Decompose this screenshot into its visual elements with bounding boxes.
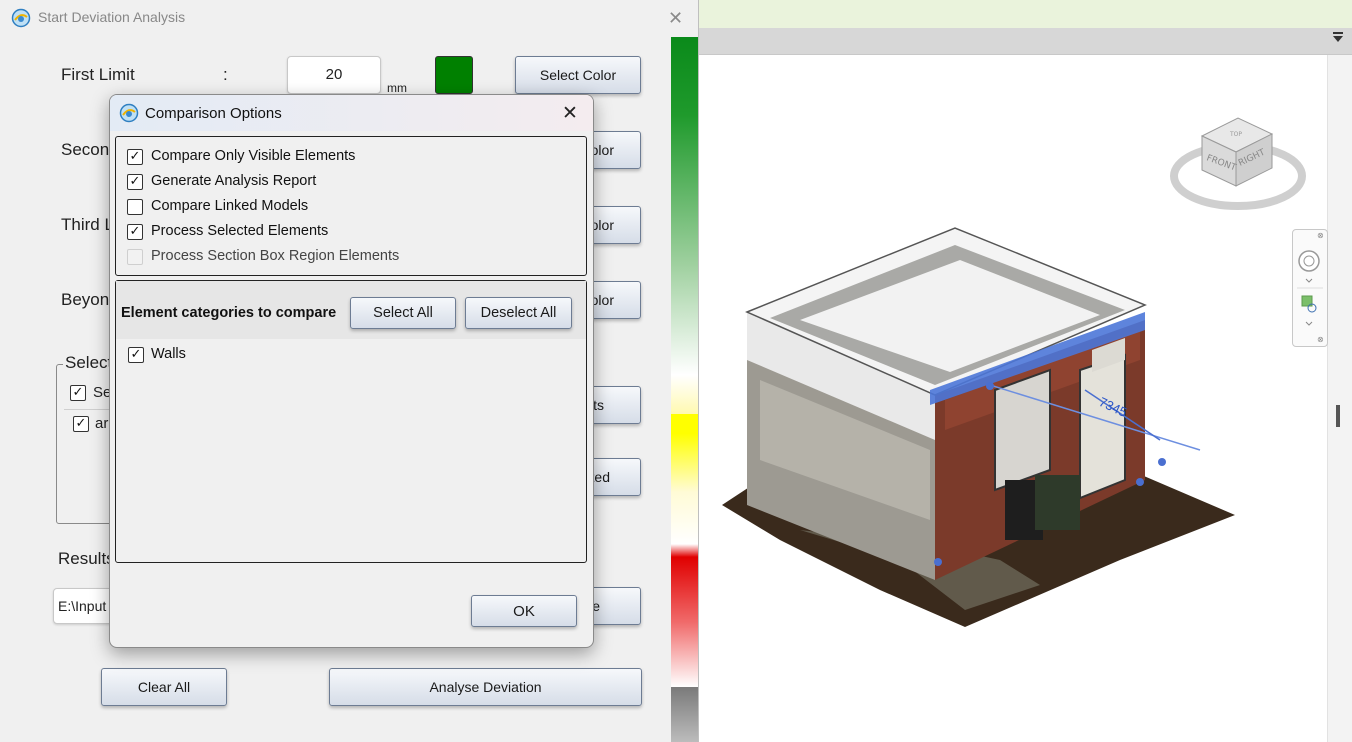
comparison-options-group: ✓ Compare Only Visible Elements ✓ Genera…: [115, 136, 587, 276]
element-categories-group: Element categories to compare Select All…: [115, 280, 587, 563]
first-select-color-button[interactable]: Select Color: [515, 56, 641, 94]
options-dialog-title: Comparison Options: [145, 105, 282, 122]
viewcube[interactable]: FRONT RIGHT TOP: [1168, 112, 1308, 212]
third-limit-label: Third L: [61, 215, 114, 234]
second-limit-label: Secon: [61, 140, 110, 159]
results-label: Results: [58, 549, 115, 568]
first-limit-unit: mm: [387, 81, 407, 95]
first-limit-input[interactable]: 20: [287, 56, 381, 94]
color-gradient-strip: [671, 37, 698, 687]
walls-checkbox[interactable]: ✓: [128, 347, 144, 363]
toolbar-dropdown-icon[interactable]: [1333, 32, 1343, 42]
process-selected-label: Process Selected Elements: [151, 223, 329, 239]
process-selected-checkbox[interactable]: ✓: [127, 224, 143, 240]
selection-checkbox-2-label: ar: [95, 415, 109, 432]
ok-button[interactable]: OK: [471, 595, 577, 627]
app-icon: [11, 8, 31, 28]
first-limit-colon: :: [223, 65, 228, 84]
svg-text:⊗: ⊗: [1317, 335, 1324, 344]
comparison-options-dialog: Comparison Options ✕ ✓ Compare Only Visi…: [109, 94, 594, 648]
navigation-bar[interactable]: ⊗ ⊗: [1292, 229, 1328, 347]
viewcube-top-label: TOP: [1229, 131, 1242, 138]
first-limit-color-swatch: [435, 56, 473, 94]
beyond-limit-label: Beyon: [61, 290, 110, 309]
options-close-icon[interactable]: ✕: [562, 102, 578, 124]
compare-visible-label: Compare Only Visible Elements: [151, 148, 356, 164]
categories-title: Element categories to compare: [121, 305, 337, 321]
strip-shadow: [671, 687, 698, 742]
selection-checkbox-2[interactable]: ✓: [73, 416, 89, 432]
svg-text:⊗: ⊗: [1317, 231, 1324, 240]
scrollbar-thumb[interactable]: [1336, 405, 1340, 427]
process-section-box-label: Process Section Box Region Elements: [151, 248, 400, 264]
compare-visible-checkbox[interactable]: ✓: [127, 149, 143, 165]
clear-all-button[interactable]: Clear All: [101, 668, 227, 706]
process-section-box-checkbox: [127, 249, 143, 265]
options-app-icon: [119, 103, 139, 123]
compare-linked-checkbox[interactable]: [127, 199, 143, 215]
main-dialog-title: Start Deviation Analysis: [38, 9, 186, 25]
selection-group-title: Select: [63, 353, 115, 373]
compare-linked-label: Compare Linked Models: [151, 198, 309, 214]
first-limit-label: First Limit: [61, 65, 135, 84]
deselect-all-button[interactable]: Deselect All: [465, 297, 572, 329]
analyse-deviation-button[interactable]: Analyse Deviation: [329, 668, 642, 706]
select-all-button[interactable]: Select All: [350, 297, 456, 329]
viewport-scrollbar[interactable]: [1327, 55, 1352, 742]
main-close-icon[interactable]: ✕: [668, 8, 683, 29]
selection-checkbox-1[interactable]: ✓: [70, 385, 86, 401]
walls-label: Walls: [151, 346, 186, 362]
generate-report-checkbox[interactable]: ✓: [127, 174, 143, 190]
generate-report-label: Generate Analysis Report: [151, 173, 317, 189]
